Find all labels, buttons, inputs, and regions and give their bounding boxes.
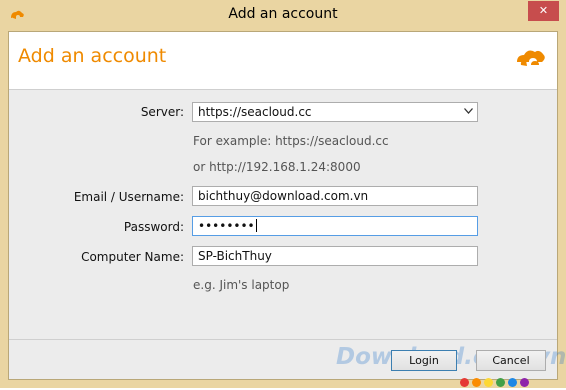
server-select[interactable]: https://seacloud.cc bbox=[192, 102, 478, 122]
seafile-logo-icon bbox=[517, 50, 545, 66]
watermark-dot bbox=[496, 378, 505, 387]
dialog-window: Add an account ✕ Add an account Server: … bbox=[0, 0, 566, 388]
server-label: Server: bbox=[140, 105, 184, 119]
footer-divider bbox=[9, 339, 557, 340]
dialog-body: Add an account Server: https://seacloud.… bbox=[8, 31, 566, 380]
page-title: Add an account bbox=[18, 45, 167, 67]
email-field[interactable]: bichthuy@download.com.vn bbox=[192, 186, 478, 206]
title-bar[interactable]: Add an account ✕ bbox=[0, 0, 566, 31]
watermark-dot bbox=[484, 378, 493, 387]
computer-name-label: Computer Name: bbox=[81, 250, 184, 264]
chevron-down-icon bbox=[464, 108, 473, 114]
server-hint-example: For example: https://seacloud.cc bbox=[193, 134, 389, 148]
watermark-dot bbox=[472, 378, 481, 387]
password-label: Password: bbox=[123, 220, 184, 234]
watermark-dot bbox=[460, 378, 469, 387]
password-mask: •••••••• bbox=[198, 219, 255, 233]
close-button[interactable]: ✕ bbox=[528, 1, 559, 21]
password-field[interactable]: •••••••• bbox=[192, 216, 478, 236]
window-title: Add an account bbox=[228, 6, 338, 22]
watermark-dots bbox=[460, 376, 532, 387]
text-cursor bbox=[255, 219, 257, 232]
watermark-dot bbox=[508, 378, 517, 387]
cancel-button[interactable]: Cancel bbox=[476, 350, 546, 371]
computer-name-hint: e.g. Jim's laptop bbox=[193, 278, 290, 292]
login-button[interactable]: Login bbox=[391, 350, 457, 371]
email-label: Email / Username: bbox=[73, 190, 184, 204]
dialog-header: Add an account bbox=[9, 32, 557, 90]
server-hint-alt: or http://192.168.1.24:8000 bbox=[193, 160, 361, 174]
watermark-dot bbox=[520, 378, 529, 387]
computer-name-field[interactable]: SP-BichThuy bbox=[192, 246, 478, 266]
server-select-value: https://seacloud.cc bbox=[198, 105, 312, 119]
